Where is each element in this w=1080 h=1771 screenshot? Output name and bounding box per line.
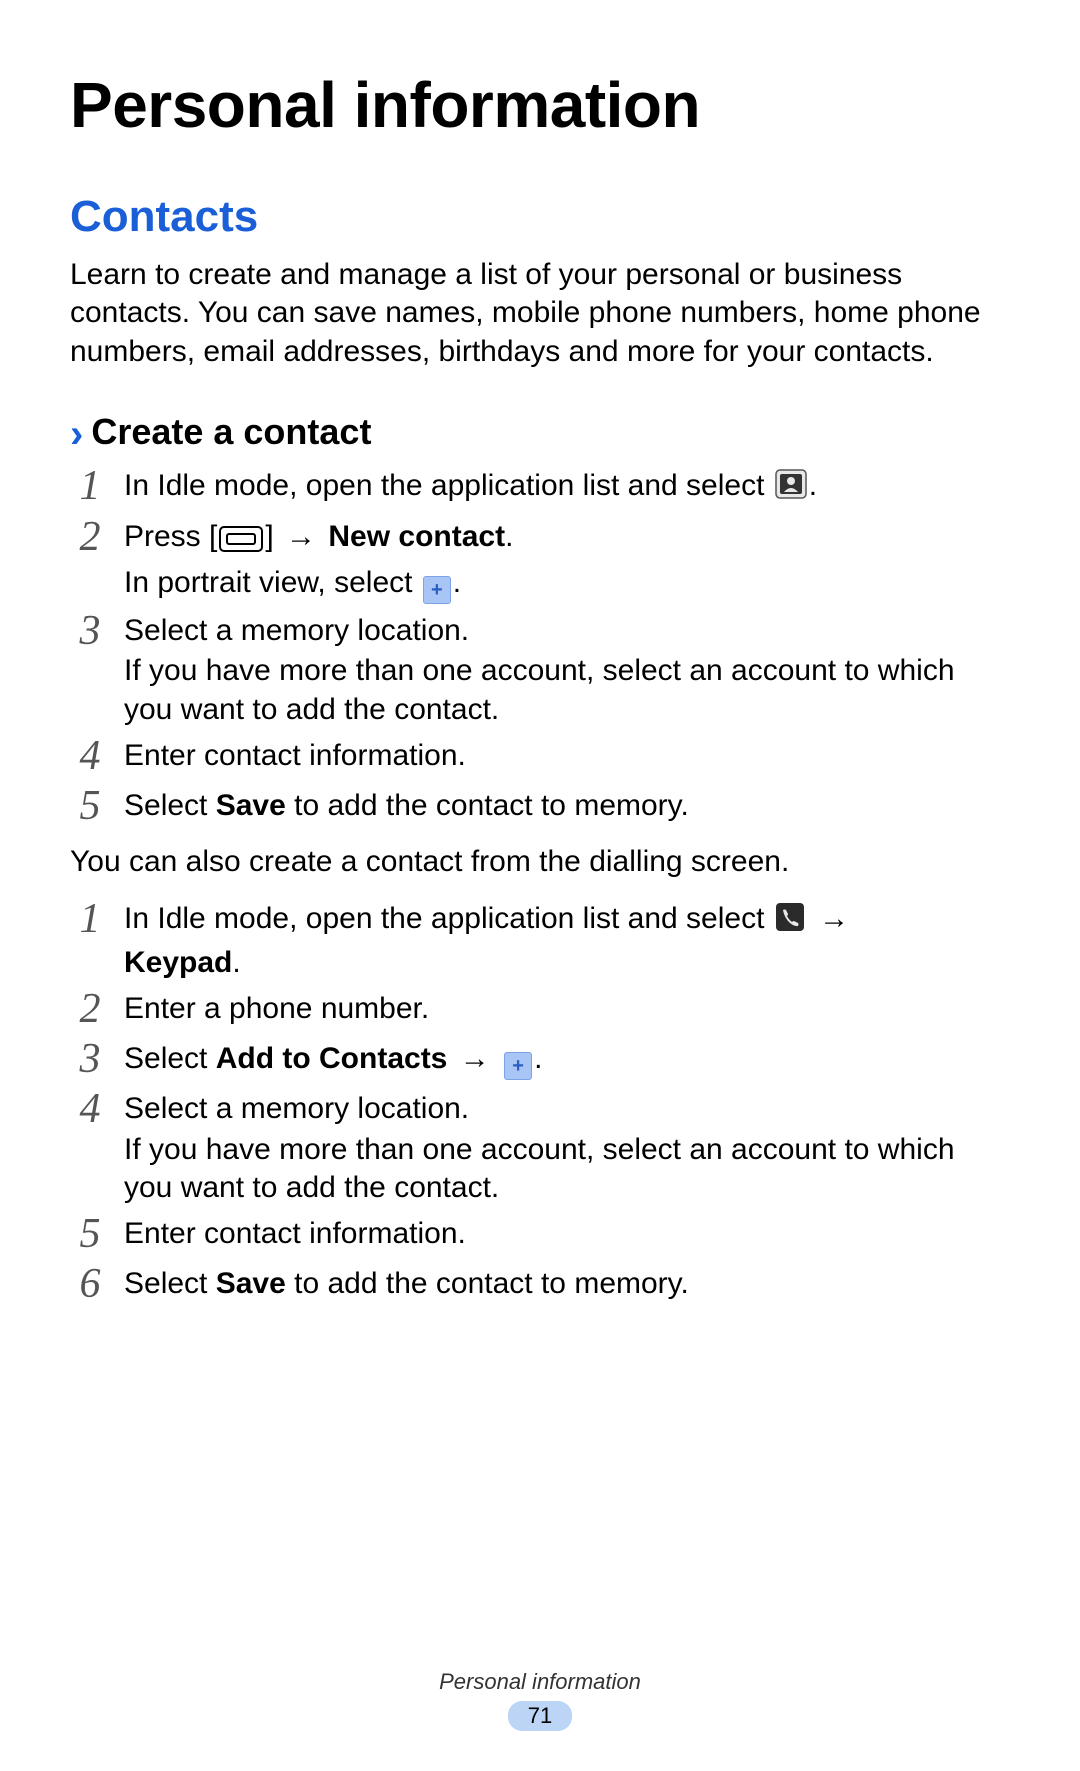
- step-row: 6 Select Save to add the contact to memo…: [70, 1265, 1010, 1307]
- step-number: 2: [70, 988, 110, 1030]
- page-title: Personal information: [70, 68, 1010, 142]
- page-number: 71: [508, 1701, 572, 1731]
- step-body: Select Save to add the contact to memory…: [124, 787, 1010, 825]
- step-number: 3: [70, 1038, 110, 1080]
- step-number: 1: [70, 465, 110, 507]
- step-text-end: .: [809, 469, 817, 502]
- step-text: Select a memory location.: [124, 1092, 469, 1125]
- step-number: 2: [70, 516, 110, 558]
- step-number: 1: [70, 898, 110, 940]
- step-text-end: .: [453, 566, 461, 599]
- section-title-contacts: Contacts: [70, 192, 1010, 242]
- step-body: Select a memory location. If you have mo…: [124, 612, 1010, 729]
- step-body: Select a memory location. If you have mo…: [124, 1090, 1010, 1207]
- step-body: Select Add to Contacts → +.: [124, 1040, 1010, 1080]
- step-row: 1 In Idle mode, open the application lis…: [70, 467, 1010, 509]
- step-number: 4: [70, 1088, 110, 1130]
- arrow-icon: →: [286, 520, 316, 553]
- step-text: to add the contact to memory.: [286, 789, 689, 822]
- section-intro: Learn to create and manage a list of you…: [70, 256, 1010, 371]
- step-subline: If you have more than one account, selec…: [124, 1131, 1010, 1208]
- step-text: Select a memory location.: [124, 614, 469, 647]
- step-row: 3 Select Add to Contacts → +.: [70, 1040, 1010, 1082]
- step-text: to add the contact to memory.: [286, 1267, 689, 1300]
- step-body: Enter contact information.: [124, 737, 1010, 775]
- phone-icon: [775, 902, 805, 942]
- footer-section-name: Personal information: [0, 1669, 1080, 1695]
- steps-create-idle: 1 In Idle mode, open the application lis…: [70, 467, 1010, 829]
- step-text: Press [: [124, 520, 217, 553]
- step-subline: Keypad.: [124, 944, 1010, 982]
- step-bold: Save: [216, 789, 286, 822]
- step-text: ]: [265, 520, 282, 553]
- step-row: 2 Enter a phone number.: [70, 990, 1010, 1032]
- step-row: 1 In Idle mode, open the application lis…: [70, 900, 1010, 983]
- step-row: 5 Select Save to add the contact to memo…: [70, 787, 1010, 829]
- step-body: Press [ ] → New contact. In portrait vie…: [124, 518, 1010, 604]
- step-body: Enter a phone number.: [124, 990, 1010, 1028]
- step-body: In Idle mode, open the application list …: [124, 467, 1010, 509]
- step-body: Select Save to add the contact to memory…: [124, 1265, 1010, 1303]
- arrow-icon: →: [819, 902, 849, 935]
- step-row: 2 Press [ ] → New contact. In portrait v…: [70, 518, 1010, 604]
- step-text: Select: [124, 1267, 216, 1300]
- steps-create-dialler: 1 In Idle mode, open the application lis…: [70, 900, 1010, 1308]
- step-text-end: .: [505, 520, 513, 553]
- step-number: 6: [70, 1263, 110, 1305]
- step-text: Select: [124, 789, 216, 822]
- step-subline: In portrait view, select +.: [124, 564, 1010, 604]
- step-row: 4 Select a memory location. If you have …: [70, 1090, 1010, 1207]
- page-footer: Personal information 71: [0, 1669, 1080, 1731]
- step-number: 5: [70, 785, 110, 827]
- step-row: 3 Select a memory location. If you have …: [70, 612, 1010, 729]
- step-text: In Idle mode, open the application list …: [124, 469, 773, 502]
- mid-paragraph: You can also create a contact from the d…: [70, 843, 1010, 881]
- manual-page: Personal information Contacts Learn to c…: [0, 0, 1080, 1771]
- menu-button-icon: [219, 524, 263, 562]
- chevron-icon: ›: [70, 414, 83, 454]
- step-text-end: .: [232, 946, 240, 979]
- step-body: Enter contact information.: [124, 1215, 1010, 1253]
- step-number: 5: [70, 1213, 110, 1255]
- step-bold: New contact: [328, 520, 505, 553]
- sub-heading-create-contact: › Create a contact: [70, 411, 1010, 453]
- step-text: In portrait view, select: [124, 566, 421, 599]
- contacts-icon: [775, 469, 807, 509]
- step-number: 3: [70, 610, 110, 652]
- step-row: 5 Enter contact information.: [70, 1215, 1010, 1257]
- step-text: Select: [124, 1042, 216, 1075]
- step-bold: Keypad: [124, 946, 232, 979]
- step-text: In Idle mode, open the application list …: [124, 902, 773, 935]
- step-body: In Idle mode, open the application list …: [124, 900, 1010, 983]
- step-row: 4 Enter contact information.: [70, 737, 1010, 779]
- step-subline: If you have more than one account, selec…: [124, 652, 1010, 729]
- step-bold: Save: [216, 1267, 286, 1300]
- arrow-icon: →: [460, 1042, 490, 1075]
- step-text-end: .: [534, 1042, 542, 1075]
- step-number: 4: [70, 735, 110, 777]
- sub-heading-text: Create a contact: [91, 411, 371, 453]
- plus-icon: +: [423, 576, 451, 604]
- step-bold: Add to Contacts: [216, 1042, 448, 1075]
- plus-icon: +: [504, 1052, 532, 1080]
